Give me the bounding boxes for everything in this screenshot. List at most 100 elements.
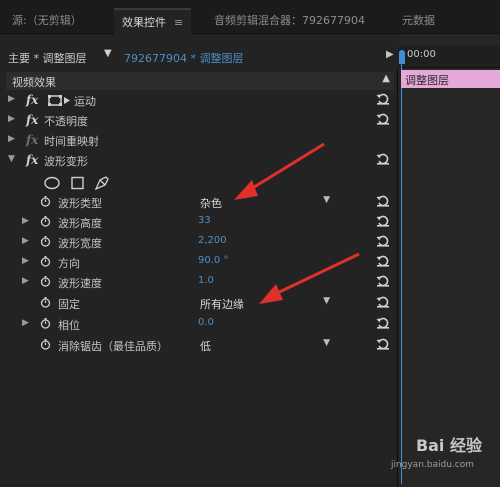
param-row-wave-width[interactable]: ▶ 波形宽度 2,200 xyxy=(0,232,398,252)
param-label: 方向 xyxy=(58,257,80,270)
param-row-direction[interactable]: ▶ 方向 90.0 ° xyxy=(0,252,398,272)
param-value[interactable]: 0.0 xyxy=(198,317,214,328)
pen-mask-icon[interactable] xyxy=(94,176,109,190)
rectangle-mask-icon[interactable] xyxy=(71,176,84,190)
wave-type-select[interactable]: 杂色 ▼ xyxy=(194,193,334,211)
fx-icon: fx xyxy=(26,133,39,147)
param-value[interactable]: 2,200 xyxy=(198,235,227,246)
param-row-wave-type[interactable]: 波形类型 杂色 ▼ xyxy=(0,192,398,212)
effect-label: 时间重映射 xyxy=(44,135,99,148)
reset-icon[interactable] xyxy=(376,337,390,351)
timeline-panel: 00:00 调整图层 xyxy=(399,34,500,487)
reset-icon[interactable] xyxy=(376,112,390,126)
reset-icon[interactable] xyxy=(376,295,390,309)
select-value: 低 xyxy=(200,340,211,353)
param-row-wave-speed[interactable]: ▶ 波形速度 1.0 xyxy=(0,272,398,292)
param-label: 波形类型 xyxy=(58,197,102,210)
effect-label: 不透明度 xyxy=(44,115,88,128)
antialiasing-select[interactable]: 低 ▼ xyxy=(194,336,334,354)
expand-icon[interactable]: ▶ xyxy=(8,114,15,124)
expand-icon[interactable]: ▶ xyxy=(22,256,29,266)
tab-source[interactable]: 源:（无剪辑） xyxy=(4,8,90,34)
mask-tools-row xyxy=(0,172,398,192)
tab-effect-controls-label: 效果控件 xyxy=(122,16,166,29)
reset-icon[interactable] xyxy=(376,194,390,208)
expand-icon[interactable]: ▶ xyxy=(8,94,15,104)
chevron-down-icon[interactable]: ▼ xyxy=(104,48,112,59)
param-value[interactable]: 90.0 ° xyxy=(198,255,228,266)
panel-menu-icon[interactable]: ≡ xyxy=(174,16,183,29)
tab-metadata[interactable]: 元数据 xyxy=(394,8,443,34)
time-ruler[interactable]: 00:00 xyxy=(399,46,500,68)
section-title: 视频效果 xyxy=(12,76,56,89)
chevron-down-icon[interactable]: ▼ xyxy=(323,338,330,348)
reset-icon[interactable] xyxy=(376,254,390,268)
adjustment-layer-clip[interactable]: 调整图层 xyxy=(401,70,500,88)
baidu-watermark-url: jingyan.baidu.com xyxy=(390,460,474,470)
expand-icon[interactable]: ▶ xyxy=(8,134,15,144)
effect-label: 波形变形 xyxy=(44,155,88,168)
stopwatch-icon[interactable] xyxy=(40,276,51,287)
panel-tab-bar: 源:（无剪辑） 效果控件 ≡ 音频剪辑混合器：792677904 元数据 xyxy=(0,0,500,34)
reset-icon[interactable] xyxy=(376,316,390,330)
stopwatch-icon[interactable] xyxy=(40,339,51,350)
reset-icon[interactable] xyxy=(376,214,390,228)
select-value: 所有边缘 xyxy=(200,298,244,311)
timecode-label: 00:00 xyxy=(407,49,436,60)
stopwatch-icon[interactable] xyxy=(40,297,51,308)
play-icon[interactable]: ▶ xyxy=(386,49,394,60)
effect-row-opacity[interactable]: ▶ fx 不透明度 xyxy=(0,110,398,130)
collapse-up-icon[interactable]: ▲ xyxy=(382,73,390,84)
param-row-phase[interactable]: ▶ 相位 0.0 xyxy=(0,314,398,334)
expand-icon[interactable]: ▶ xyxy=(22,318,29,328)
effect-row-wave-warp[interactable]: ▼ fx 波形变形 xyxy=(0,150,398,170)
playhead-line[interactable] xyxy=(401,64,402,484)
tab-effect-controls[interactable]: 效果控件 ≡ xyxy=(114,8,192,34)
effect-controls-panel: 视频效果 ▲ ▶ fx 运动 ▶ fx 不透明度 ▶ fx 时间重映射 ▼ fx… xyxy=(0,68,398,487)
transform-icon[interactable] xyxy=(48,95,72,106)
param-label: 消除锯齿（最佳品质） xyxy=(58,340,168,353)
reset-icon[interactable] xyxy=(376,234,390,248)
fx-icon[interactable]: fx xyxy=(26,153,38,167)
reset-icon[interactable] xyxy=(376,92,390,106)
effect-row-motion[interactable]: ▶ fx 运动 xyxy=(0,90,398,110)
param-label: 波形速度 xyxy=(58,277,102,290)
chevron-down-icon[interactable]: ▼ xyxy=(323,195,330,205)
param-label: 波形宽度 xyxy=(58,237,102,250)
tab-audio-clip-mixer[interactable]: 音频剪辑混合器：792677904 xyxy=(206,8,373,34)
param-label: 波形高度 xyxy=(58,217,102,230)
video-effects-header: 视频效果 ▲ xyxy=(6,72,394,90)
param-value[interactable]: 1.0 xyxy=(198,275,214,286)
stopwatch-icon[interactable] xyxy=(40,318,51,329)
effect-row-time-remap[interactable]: ▶ fx 时间重映射 xyxy=(0,130,398,150)
param-label: 固定 xyxy=(58,298,80,311)
baidu-watermark-logo: Bai 经验 xyxy=(415,436,482,455)
master-clip-label[interactable]: 主要 * 调整图层 xyxy=(8,50,87,66)
param-label: 相位 xyxy=(58,319,80,332)
param-row-pinning[interactable]: 固定 所有边缘 ▼ xyxy=(0,293,398,313)
collapse-icon[interactable]: ▼ xyxy=(8,154,15,164)
playhead-handle[interactable] xyxy=(399,50,405,64)
fx-icon[interactable]: fx xyxy=(26,93,38,107)
effect-label: 运动 xyxy=(74,95,96,108)
mask-tools xyxy=(44,176,109,190)
pinning-select[interactable]: 所有边缘 ▼ xyxy=(194,294,334,312)
fx-icon[interactable]: fx xyxy=(26,113,38,127)
stopwatch-icon[interactable] xyxy=(40,236,51,247)
expand-icon[interactable]: ▶ xyxy=(22,236,29,246)
stopwatch-icon[interactable] xyxy=(40,256,51,267)
stopwatch-icon[interactable] xyxy=(40,216,51,227)
expand-icon[interactable]: ▶ xyxy=(22,216,29,226)
ellipse-mask-icon[interactable] xyxy=(44,176,60,190)
reset-icon[interactable] xyxy=(376,274,390,288)
reset-icon[interactable] xyxy=(376,152,390,166)
stopwatch-icon[interactable] xyxy=(40,196,51,207)
source-row: 主要 * 调整图层 ▼ 792677904 * 调整图层 ▶ xyxy=(0,46,398,68)
sequence-clip-label[interactable]: 792677904 * 调整图层 xyxy=(124,50,243,66)
select-value: 杂色 xyxy=(200,197,222,210)
param-row-wave-height[interactable]: ▶ 波形高度 33 xyxy=(0,212,398,232)
param-row-antialiasing[interactable]: 消除锯齿（最佳品质） 低 ▼ xyxy=(0,335,398,355)
param-value[interactable]: 33 xyxy=(198,215,211,226)
chevron-down-icon[interactable]: ▼ xyxy=(323,296,330,306)
expand-icon[interactable]: ▶ xyxy=(22,276,29,286)
